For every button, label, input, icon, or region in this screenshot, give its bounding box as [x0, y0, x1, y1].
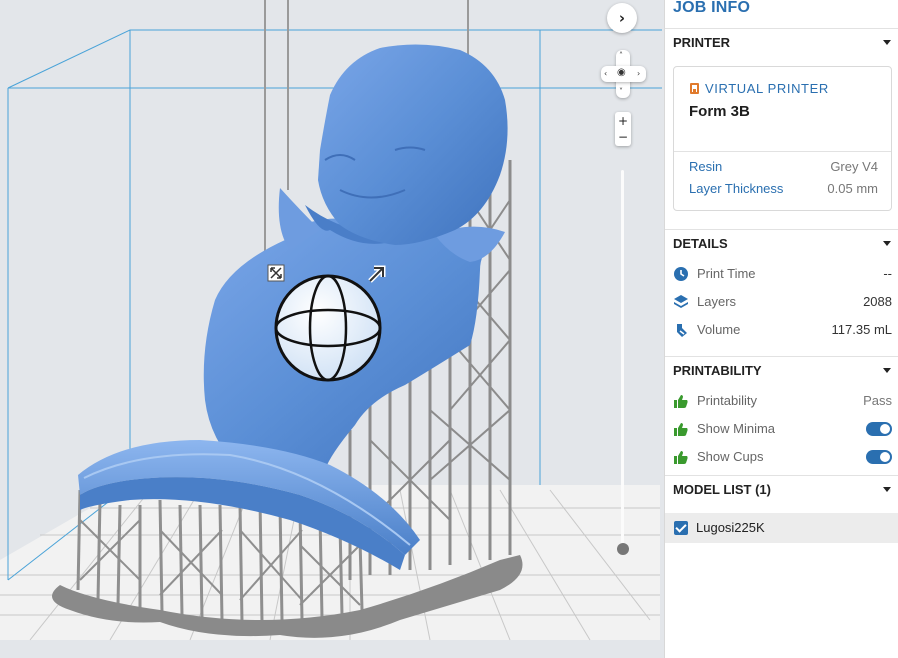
model-list-item[interactable]: Lugosi225K	[665, 513, 898, 543]
show-minima-row: Show Minima	[673, 419, 892, 439]
scale-handle-icon[interactable]	[267, 264, 285, 282]
details-section-header[interactable]: DETAILS	[665, 229, 898, 257]
rotation-gizmo[interactable]	[274, 274, 382, 382]
zoom-in-button[interactable]: +	[615, 115, 631, 127]
zoom-controls: + −	[615, 112, 631, 146]
model-list-section-header[interactable]: MODEL LIST (1)	[665, 475, 898, 503]
resin-drop-icon	[677, 324, 687, 337]
chevron-down-icon	[883, 40, 891, 45]
show-cups-toggle[interactable]	[866, 450, 892, 464]
virtual-printer-label: VIRTUAL PRINTER	[705, 81, 829, 96]
resin-row[interactable]: Resin Grey V4	[689, 159, 878, 177]
show-cups-row: Show Cups	[673, 447, 892, 467]
pan-down-icon[interactable]: ˅	[619, 88, 623, 96]
layers-row: Layers 2088	[673, 292, 892, 312]
layers-icon	[674, 295, 688, 308]
thumbs-up-icon	[674, 395, 688, 408]
layer-thickness-value: 0.05 mm	[827, 181, 878, 196]
resin-value: Grey V4	[830, 159, 878, 174]
layer-thickness-row[interactable]: Layer Thickness 0.05 mm	[689, 181, 878, 199]
model-list-header-label: MODEL LIST (1)	[673, 482, 771, 497]
pan-right-icon[interactable]: ›	[637, 70, 640, 78]
eye-icon[interactable]: ◉	[617, 68, 626, 78]
chevron-right-icon: ›	[618, 9, 626, 27]
show-cups-label: Show Cups	[697, 449, 764, 464]
volume-row: Volume 117.35 mL	[673, 320, 892, 340]
printer-model: Form 3B	[689, 103, 750, 120]
print-time-value: --	[883, 266, 892, 281]
show-minima-toggle[interactable]	[866, 422, 892, 436]
zoom-out-button[interactable]: −	[615, 131, 631, 143]
model-name: Lugosi225K	[696, 520, 765, 535]
layers-label: Layers	[697, 294, 737, 309]
printer-card[interactable]: VIRTUAL PRINTER Form 3B Resin Grey V4 La…	[673, 66, 892, 211]
printer-section-header[interactable]: PRINTER	[665, 28, 898, 56]
print-time-label: Print Time	[697, 266, 756, 281]
zoom-slider-track[interactable]	[621, 170, 624, 550]
print-time-row: Print Time --	[673, 264, 892, 284]
printer-header-label: PRINTER	[673, 35, 731, 50]
chevron-down-icon	[883, 487, 891, 492]
layers-value: 2088	[863, 294, 892, 309]
thumbs-up-icon	[674, 423, 688, 436]
thumbs-up-icon	[674, 451, 688, 464]
bust-model[interactable]	[203, 44, 508, 470]
volume-label: Volume	[697, 322, 741, 337]
show-minima-label: Show Minima	[697, 421, 776, 436]
printability-section-header[interactable]: PRINTABILITY	[665, 356, 898, 384]
printability-label: Printability	[697, 393, 757, 408]
printability-value: Pass	[863, 393, 892, 408]
layer-thickness-label: Layer Thickness	[689, 181, 784, 196]
pan-up-icon[interactable]: ˄	[619, 52, 623, 60]
details-header-label: DETAILS	[673, 236, 728, 251]
volume-value: 117.35 mL	[831, 322, 892, 337]
chevron-down-icon	[883, 368, 891, 373]
collapse-panel-button[interactable]: ›	[607, 3, 637, 33]
panel-title: JOB INFO	[673, 0, 751, 16]
divider	[674, 151, 891, 152]
zoom-slider-thumb[interactable]	[617, 543, 629, 555]
model-checkbox[interactable]	[674, 521, 688, 535]
job-info-panel: JOB INFO PRINTER VIRTUAL PRINTER Form 3B…	[664, 0, 898, 658]
pan-left-icon[interactable]: ‹	[604, 70, 607, 78]
3d-viewport[interactable]: › ˄ ˅ ‹ › ◉ + −	[0, 0, 664, 658]
printer-icon	[690, 83, 699, 94]
printability-row: Printability Pass	[673, 391, 892, 411]
camera-nav-pad[interactable]: ˄ ˅ ‹ › ◉	[601, 50, 646, 98]
clock-icon	[674, 267, 688, 281]
printability-header-label: PRINTABILITY	[673, 363, 762, 378]
resin-label: Resin	[689, 159, 723, 174]
scene-canvas[interactable]	[0, 0, 664, 658]
chevron-down-icon	[883, 241, 891, 246]
